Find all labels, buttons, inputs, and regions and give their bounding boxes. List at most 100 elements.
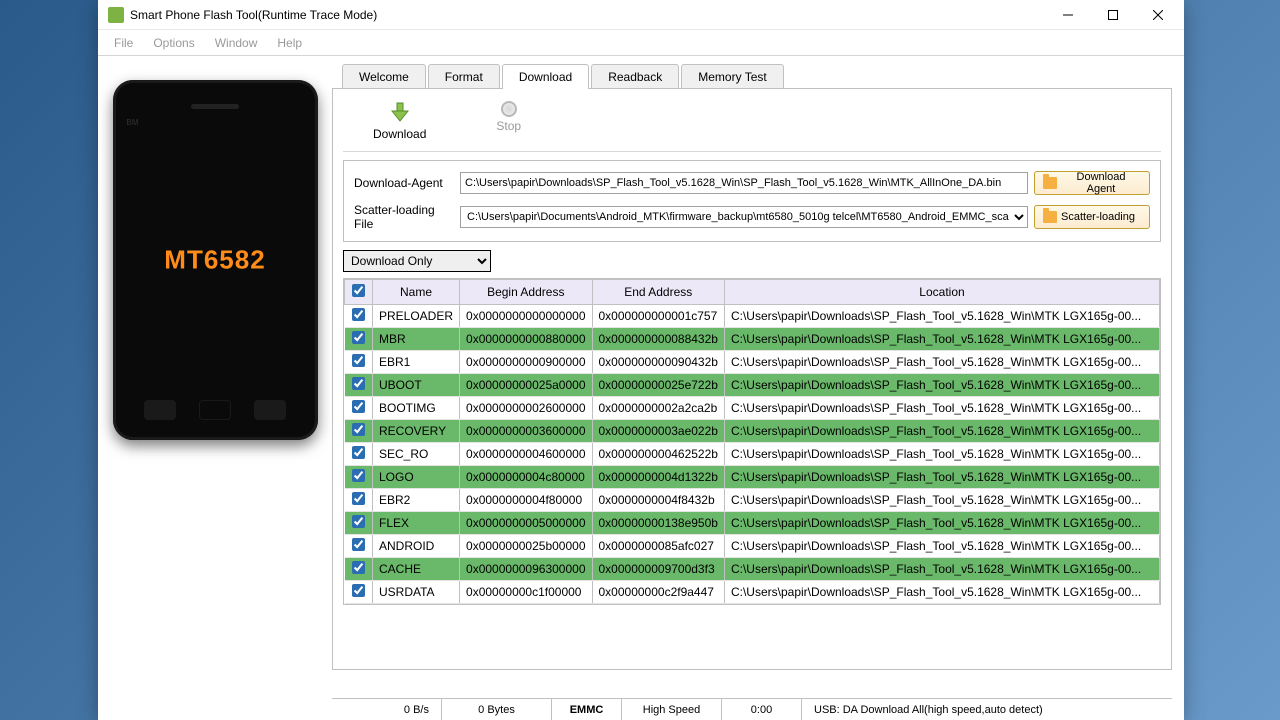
download-arrow-icon (388, 101, 412, 125)
download-mode-select[interactable]: Download Only (343, 250, 491, 272)
select-all-checkbox[interactable] (352, 284, 365, 297)
cell-location: C:\Users\papir\Downloads\SP_Flash_Tool_v… (724, 443, 1159, 466)
row-checkbox[interactable] (352, 446, 365, 459)
row-checkbox[interactable] (352, 492, 365, 505)
tab-welcome[interactable]: Welcome (342, 64, 426, 89)
th-end[interactable]: End Address (592, 280, 724, 305)
th-location[interactable]: Location (724, 280, 1159, 305)
cell-begin: 0x0000000003600000 (460, 420, 592, 443)
folder-icon (1043, 177, 1057, 189)
titlebar[interactable]: Smart Phone Flash Tool(Runtime Trace Mod… (98, 0, 1184, 30)
cell-location: C:\Users\papir\Downloads\SP_Flash_Tool_v… (724, 466, 1159, 489)
close-button[interactable] (1135, 1, 1180, 29)
table-row[interactable]: FLEX0x00000000050000000x00000000138e950b… (345, 512, 1160, 535)
cell-end: 0x000000000462522b (592, 443, 724, 466)
cell-begin: 0x0000000000880000 (460, 328, 592, 351)
file-section: Download-Agent Download Agent Scatter-lo… (343, 160, 1161, 242)
row-checkbox[interactable] (352, 331, 365, 344)
cell-end: 0x00000000138e950b (592, 512, 724, 535)
scatter-loading-button[interactable]: Scatter-loading (1034, 205, 1150, 229)
cell-name: CACHE (373, 558, 460, 581)
tab-readback[interactable]: Readback (591, 64, 679, 89)
cell-name: LOGO (373, 466, 460, 489)
tab-memory-test[interactable]: Memory Test (681, 64, 783, 89)
cell-location: C:\Users\papir\Downloads\SP_Flash_Tool_v… (724, 397, 1159, 420)
cell-name: SEC_RO (373, 443, 460, 466)
cell-begin: 0x00000000025a0000 (460, 374, 592, 397)
cell-location: C:\Users\papir\Downloads\SP_Flash_Tool_v… (724, 535, 1159, 558)
table-row[interactable]: RECOVERY0x00000000036000000x0000000003ae… (345, 420, 1160, 443)
tab-bar: Welcome Format Download Readback Memory … (342, 64, 1172, 89)
chip-label: MT6582 (164, 245, 265, 276)
cell-name: UBOOT (373, 374, 460, 397)
table-row[interactable]: CACHE0x00000000963000000x000000009700d3f… (345, 558, 1160, 581)
download-button[interactable]: Download (373, 101, 426, 141)
minimize-button[interactable] (1045, 1, 1090, 29)
table-row[interactable]: PRELOADER0x00000000000000000x00000000000… (345, 305, 1160, 328)
tab-download[interactable]: Download (502, 64, 589, 89)
da-path-input[interactable] (460, 172, 1028, 194)
cell-name: BOOTIMG (373, 397, 460, 420)
cell-end: 0x0000000002a2ca2b (592, 397, 724, 420)
scatter-path-select[interactable]: C:\Users\papir\Documents\Android_MTK\fir… (460, 206, 1028, 228)
row-checkbox[interactable] (352, 584, 365, 597)
cell-location: C:\Users\papir\Downloads\SP_Flash_Tool_v… (724, 351, 1159, 374)
table-row[interactable]: USRDATA0x00000000c1f000000x00000000c2f9a… (345, 581, 1160, 604)
cell-location: C:\Users\papir\Downloads\SP_Flash_Tool_v… (724, 489, 1159, 512)
window-title: Smart Phone Flash Tool(Runtime Trace Mod… (130, 8, 1045, 22)
menu-help[interactable]: Help (267, 33, 312, 53)
download-agent-button[interactable]: Download Agent (1034, 171, 1150, 195)
tab-format[interactable]: Format (428, 64, 500, 89)
table-row[interactable]: EBR20x0000000004f800000x0000000004f8432b… (345, 489, 1160, 512)
statusbar: 0 B/s 0 Bytes EMMC High Speed 0:00 USB: … (332, 698, 1172, 720)
table-row[interactable]: SEC_RO0x00000000046000000x00000000046252… (345, 443, 1160, 466)
row-checkbox[interactable] (352, 400, 365, 413)
cell-location: C:\Users\papir\Downloads\SP_Flash_Tool_v… (724, 558, 1159, 581)
cell-end: 0x000000000090432b (592, 351, 724, 374)
stop-button: Stop (496, 101, 521, 141)
maximize-button[interactable] (1090, 1, 1135, 29)
table-row[interactable]: MBR0x00000000008800000x000000000088432bC… (345, 328, 1160, 351)
phone-back-icon (254, 400, 286, 420)
phone-menu-icon (144, 400, 176, 420)
table-row[interactable]: UBOOT0x00000000025a00000x00000000025e722… (345, 374, 1160, 397)
cell-begin: 0x0000000004f80000 (460, 489, 592, 512)
cell-location: C:\Users\papir\Downloads\SP_Flash_Tool_v… (724, 374, 1159, 397)
cell-begin: 0x0000000002600000 (460, 397, 592, 420)
row-checkbox[interactable] (352, 469, 365, 482)
cell-end: 0x00000000c2f9a447 (592, 581, 724, 604)
cell-name: PRELOADER (373, 305, 460, 328)
tab-content: Download Stop Download-Agent Download Ag… (332, 88, 1172, 670)
table-row[interactable]: BOOTIMG0x00000000026000000x0000000002a2c… (345, 397, 1160, 420)
device-preview-panel: BM MT6582 (98, 56, 332, 720)
table-row[interactable]: LOGO0x0000000004c800000x0000000004d1322b… (345, 466, 1160, 489)
th-begin[interactable]: Begin Address (460, 280, 592, 305)
cell-name: MBR (373, 328, 460, 351)
menu-file[interactable]: File (104, 33, 143, 53)
row-checkbox[interactable] (352, 377, 365, 390)
menu-window[interactable]: Window (205, 33, 268, 53)
cell-begin: 0x0000000000000000 (460, 305, 592, 328)
row-checkbox[interactable] (352, 538, 365, 551)
da-label: Download-Agent (354, 176, 454, 190)
menu-options[interactable]: Options (143, 33, 204, 53)
row-checkbox[interactable] (352, 515, 365, 528)
cell-end: 0x00000000025e722b (592, 374, 724, 397)
table-row[interactable]: ANDROID0x0000000025b000000x0000000085afc… (345, 535, 1160, 558)
table-row[interactable]: EBR10x00000000009000000x000000000090432b… (345, 351, 1160, 374)
cell-begin: 0x0000000025b00000 (460, 535, 592, 558)
cell-location: C:\Users\papir\Downloads\SP_Flash_Tool_v… (724, 328, 1159, 351)
row-checkbox[interactable] (352, 423, 365, 436)
cell-name: FLEX (373, 512, 460, 535)
row-checkbox[interactable] (352, 308, 365, 321)
scatter-label: Scatter-loading File (354, 203, 454, 231)
th-name[interactable]: Name (373, 280, 460, 305)
cell-location: C:\Users\papir\Downloads\SP_Flash_Tool_v… (724, 420, 1159, 443)
row-checkbox[interactable] (352, 561, 365, 574)
menubar: File Options Window Help (98, 30, 1184, 56)
status-speed: 0 B/s (332, 699, 442, 720)
row-checkbox[interactable] (352, 354, 365, 367)
cell-end: 0x000000000001c757 (592, 305, 724, 328)
status-usb: USB: DA Download All(high speed,auto det… (802, 699, 1172, 720)
status-bytes: 0 Bytes (442, 699, 552, 720)
